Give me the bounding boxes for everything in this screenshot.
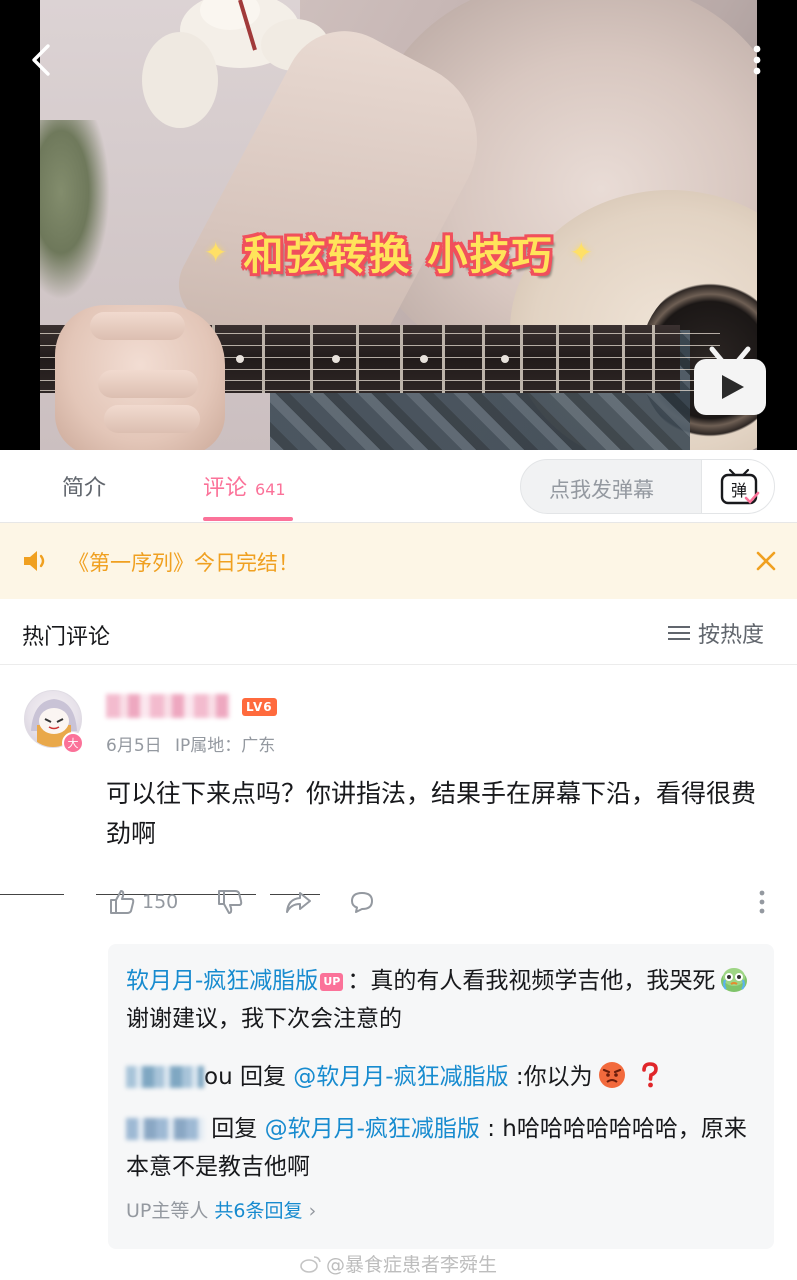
svg-text:弹: 弹 (731, 481, 747, 500)
reply-text: ：真的有人看我视频学吉他，我哭死 (347, 968, 716, 994)
tab-comments-label: 评论 (203, 476, 248, 501)
more-vertical-icon (759, 890, 765, 914)
share-arrow-icon (286, 892, 311, 913)
more-replies-total: 共6条回复 (214, 1200, 303, 1222)
weibo-logo-icon (300, 1255, 321, 1273)
thumbs-down-icon (218, 890, 243, 914)
detail-tab-bar: 简介 评论 641 点我发弹幕 弹 (0, 450, 797, 523)
overlay-title-part-1: 和弦转换 (243, 233, 412, 279)
video-detail-page: ✦ 和弦转换 小技巧 ✦ 简介 评论 641 点我发弹幕 弹 《第一序列》今日完… (0, 0, 797, 1280)
like-button[interactable]: 150 (108, 886, 178, 918)
list-sort-icon (668, 624, 690, 642)
close-icon[interactable] (752, 547, 780, 575)
chat-bubble-icon (351, 892, 373, 913)
tab-comments[interactable]: 评论 641 (203, 470, 286, 502)
danmu-input[interactable]: 点我发弹幕 弹 (520, 459, 775, 514)
comment-more-button[interactable] (748, 886, 776, 918)
back-arrow-icon[interactable] (22, 40, 62, 80)
reply-text: 谢谢建议，我下次会注意的 (126, 1006, 402, 1032)
danmu-placeholder: 点我发弹幕 (549, 478, 654, 502)
reply-preview-box[interactable]: 软月月-疯狂减脂版 UP ：真的有人看我视频学吉他，我哭死 谢谢建议，我下次会注意的… (108, 944, 774, 1249)
danmu-icon: 弹 (720, 468, 760, 505)
reply-item: 回复 @软月月-疯狂减脂版 : h哈哈哈哈哈哈哈，原来本意不是教吉他啊 (126, 1110, 756, 1186)
comment-actions: 150 (0, 880, 797, 924)
section-title: 热门评论 (22, 625, 111, 650)
comment-date: 6月5日 (106, 736, 162, 756)
share-button[interactable] (284, 886, 312, 918)
reply-text: :你以为 (508, 1064, 593, 1090)
sort-label: 按热度 (698, 623, 765, 648)
like-count: 150 (142, 891, 179, 913)
overlay-title-part-2: 小技巧 (427, 233, 554, 279)
chevron-right-icon: › (308, 1200, 317, 1222)
video-player[interactable]: ✦ 和弦转换 小技巧 ✦ (0, 0, 797, 450)
announcement-banner[interactable]: 《第一序列》今日完结！ (0, 523, 797, 599)
reply-word: 回复 (232, 1064, 294, 1090)
hot-comments-header: 热门评论 按热度 (0, 599, 797, 665)
reply-author-tail: ou (204, 1064, 233, 1090)
watermark: @暴食症患者李舜生 (300, 1250, 497, 1277)
question-mark-icon (641, 1062, 658, 1088)
danmu-toggle-button[interactable]: 弹 (701, 459, 775, 514)
video-title-overlay: ✦ 和弦转换 小技巧 ✦ (0, 222, 797, 282)
level-badge: LV6 (242, 698, 277, 716)
speaker-icon (24, 551, 45, 571)
reply-item: 软月月-疯狂减脂版 UP ：真的有人看我视频学吉他，我哭死 谢谢建议，我下次会注意的 (126, 962, 756, 1038)
reply-button[interactable] (348, 886, 376, 918)
mention-link[interactable]: @软月月-疯狂减脂版 (265, 1116, 480, 1142)
reply-item: ou 回复 @软月月-疯狂减脂版 :你以为 (126, 1058, 756, 1096)
more-replies-prefix: UP主等人 (126, 1200, 209, 1222)
comment-count: 641 (255, 480, 286, 499)
watermark-text: @暴食症患者李舜生 (326, 1254, 498, 1276)
sparkle-icon: ✦ (204, 235, 228, 269)
view-all-replies-link[interactable]: UP主等人 共6条回复 › (126, 1196, 316, 1223)
mention-link[interactable]: @软月月-疯狂减脂版 (293, 1064, 508, 1090)
sort-by-heat-button[interactable]: 按热度 (668, 619, 765, 648)
reply-word: 回复 (204, 1116, 265, 1142)
up-badge: UP (320, 973, 344, 991)
angry-emoji-icon (598, 1062, 625, 1088)
tab-intro[interactable]: 简介 (62, 470, 106, 502)
reply-author-blurred[interactable] (126, 1066, 204, 1088)
announcement-text: 《第一序列》今日完结！ (68, 551, 299, 575)
crying-emoji-icon (721, 968, 748, 992)
more-vertical-icon[interactable] (740, 40, 774, 80)
play-tv-icon[interactable] (690, 345, 770, 419)
comment-text: 可以往下来点吗？你讲指法，结果手在屏幕下沿，看得很费劲啊 (106, 779, 757, 848)
reply-author-link[interactable]: 软月月-疯狂减脂版 (126, 968, 318, 994)
active-tab-indicator (203, 517, 293, 521)
thumbs-up-icon (110, 890, 135, 914)
reply-author-blurred[interactable] (126, 1118, 204, 1140)
comment-ip: IP属地：广东 (175, 736, 276, 756)
sparkle-icon: ✦ (569, 235, 593, 269)
comment-meta: 6月5日 IP属地：广东 (106, 731, 275, 756)
dislike-button[interactable] (216, 886, 244, 918)
username-blurred[interactable] (106, 694, 230, 718)
official-badge: 大 (62, 732, 84, 754)
